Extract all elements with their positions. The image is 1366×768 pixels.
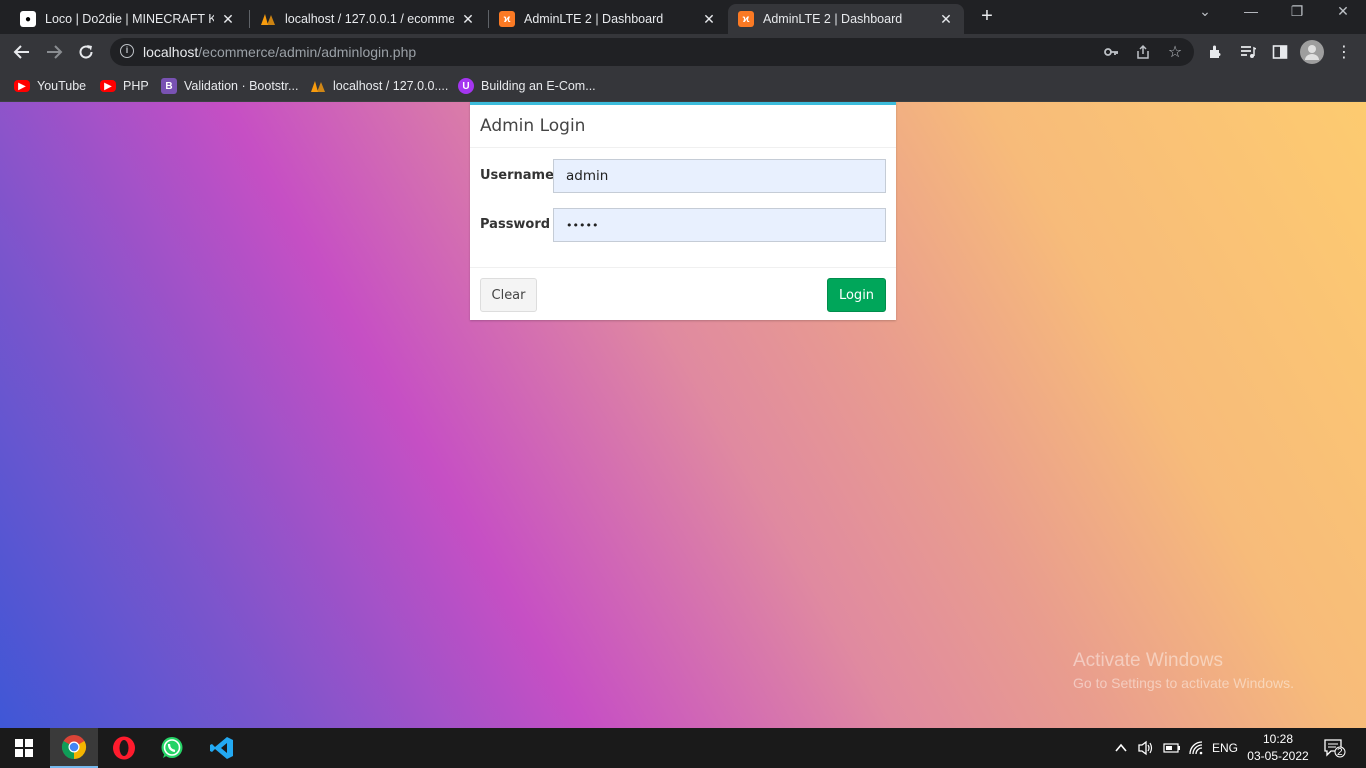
password-row: Password ••••• [480,208,886,242]
phpmyadmin-icon [260,11,276,27]
login-card-title: Admin Login [470,105,896,148]
youtube-icon: ▶ [100,80,116,92]
show-hidden-icons[interactable] [1114,728,1128,768]
opera-icon [113,736,135,760]
clear-button[interactable]: Clear [480,278,537,312]
activate-windows-watermark: Activate Windows Go to Settings to activ… [1073,650,1294,691]
login-card-footer: Clear Login [470,267,896,323]
whatsapp-icon [161,737,183,758]
bookmark-phpmyadmin[interactable]: localhost / 127.0.0.... [310,76,448,96]
page-background: Admin Login Username admin Password ••••… [0,102,1366,728]
tab-phpmyadmin[interactable]: localhost / 127.0.0.1 / ecommerce ✕ [250,4,486,34]
bookmark-label: localhost / 127.0.0.... [333,79,449,93]
login-card: Admin Login Username admin Password ••••… [470,102,896,320]
notification-count: 2 [1337,747,1343,758]
address-bar[interactable]: i localhost/ecommerce/admin/adminlogin.p… [110,38,1194,66]
restore-icon[interactable]: ❐ [1282,3,1312,20]
media-queue-icon[interactable] [1237,41,1259,63]
tab-adminlte-2[interactable]: ϰ AdminLTE 2 | Dashboard ✕ [728,4,964,34]
url-host: localhost [143,44,199,60]
start-button[interactable] [0,728,48,768]
bookmark-youtube[interactable]: ▶ YouTube [14,76,86,96]
bookmark-label: PHP [123,79,149,93]
tab-strip: ● Loco | Do2die | MINECRAFT KI SA ✕ loca… [0,0,1366,34]
clock[interactable]: 10:28 03-05-2022 [1240,731,1316,765]
watermark-subtitle: Go to Settings to activate Windows. [1073,675,1294,691]
chrome-icon [61,735,87,760]
battery-icon[interactable] [1163,728,1181,768]
url-text[interactable]: localhost/ecommerce/admin/adminlogin.php [143,44,416,60]
url-path: /ecommerce/admin/adminlogin.php [198,44,417,60]
close-window-icon[interactable]: ✕ [1328,3,1358,20]
udemy-icon: U [458,78,474,94]
bookmark-bootstrap[interactable]: B Validation · Bootstr... [161,76,298,96]
extensions-icon[interactable] [1205,41,1227,63]
browser-toolbar: i localhost/ecommerce/admin/adminlogin.p… [0,34,1366,70]
bookmark-label: Validation · Bootstr... [184,79,299,93]
youtube-icon: ▶ [14,80,30,92]
share-icon[interactable] [1134,44,1152,62]
taskbar-opera[interactable] [100,728,148,768]
tab-search-icon[interactable]: ⌄ [1190,3,1220,20]
close-icon[interactable]: ✕ [701,11,717,28]
close-icon[interactable]: ✕ [460,11,476,28]
tab-adminlte-1[interactable]: ϰ AdminLTE 2 | Dashboard ✕ [489,4,727,34]
chevron-up-icon [1115,743,1127,752]
username-input[interactable]: admin [553,159,886,193]
key-icon[interactable] [1102,44,1120,62]
xampp-icon: ϰ [499,11,515,27]
tab-title: localhost / 127.0.0.1 / ecommerce [285,12,454,26]
minimize-icon[interactable]: — [1236,3,1266,19]
back-icon[interactable] [11,41,33,63]
forward-icon[interactable] [43,41,65,63]
close-icon[interactable]: ✕ [938,11,954,28]
avatar[interactable] [1300,40,1324,64]
bookmark-star-icon[interactable]: ☆ [1166,44,1184,62]
reload-icon[interactable] [75,41,97,63]
language-indicator[interactable]: ENG [1212,728,1238,768]
bookmark-php[interactable]: ▶ PHP [100,76,149,96]
taskbar-chrome[interactable] [50,728,98,768]
taskbar-whatsapp[interactable] [148,728,196,768]
close-icon[interactable]: ✕ [220,11,236,28]
bookmark-ecommerce-course[interactable]: U Building an E-Com... [458,76,596,96]
login-button[interactable]: Login [827,278,886,312]
username-label: Username [480,168,554,183]
taskbar-vscode[interactable] [198,728,246,768]
bootstrap-icon: B [161,78,177,94]
vscode-icon [210,737,233,759]
password-label: Password [480,217,551,232]
bookmarks-bar: ▶ YouTube ▶ PHP B Validation · Bootstr..… [0,70,1366,102]
xampp-icon: ϰ [738,11,754,27]
side-panel-icon[interactable] [1269,41,1291,63]
username-row: Username admin [480,159,886,193]
clock-date: 03-05-2022 [1247,749,1309,763]
bookmark-label: Building an E-Com... [481,79,596,93]
windows-taskbar: ENG 10:28 03-05-2022 2 [0,728,1366,768]
bookmark-label: YouTube [37,79,87,93]
new-tab-button[interactable]: + [976,5,998,27]
tab-title: AdminLTE 2 | Dashboard [763,12,903,26]
site-info-icon[interactable]: i [120,44,134,58]
tab-title: Loco | Do2die | MINECRAFT KI SA [45,12,214,26]
phpmyadmin-icon [310,78,326,94]
loco-icon: ● [20,11,36,27]
windows-icon [15,739,33,757]
clock-time: 10:28 [1262,732,1294,746]
notification-center-icon[interactable]: 2 [1324,728,1346,768]
tab-loco[interactable]: ● Loco | Do2die | MINECRAFT KI SA ✕ [10,4,246,34]
volume-icon[interactable] [1137,728,1155,768]
password-input[interactable]: ••••• [553,208,886,242]
network-icon[interactable] [1188,728,1204,768]
menu-icon[interactable]: ⋮ [1333,41,1355,63]
watermark-title: Activate Windows [1073,650,1223,671]
tab-title: AdminLTE 2 | Dashboard [524,12,664,26]
